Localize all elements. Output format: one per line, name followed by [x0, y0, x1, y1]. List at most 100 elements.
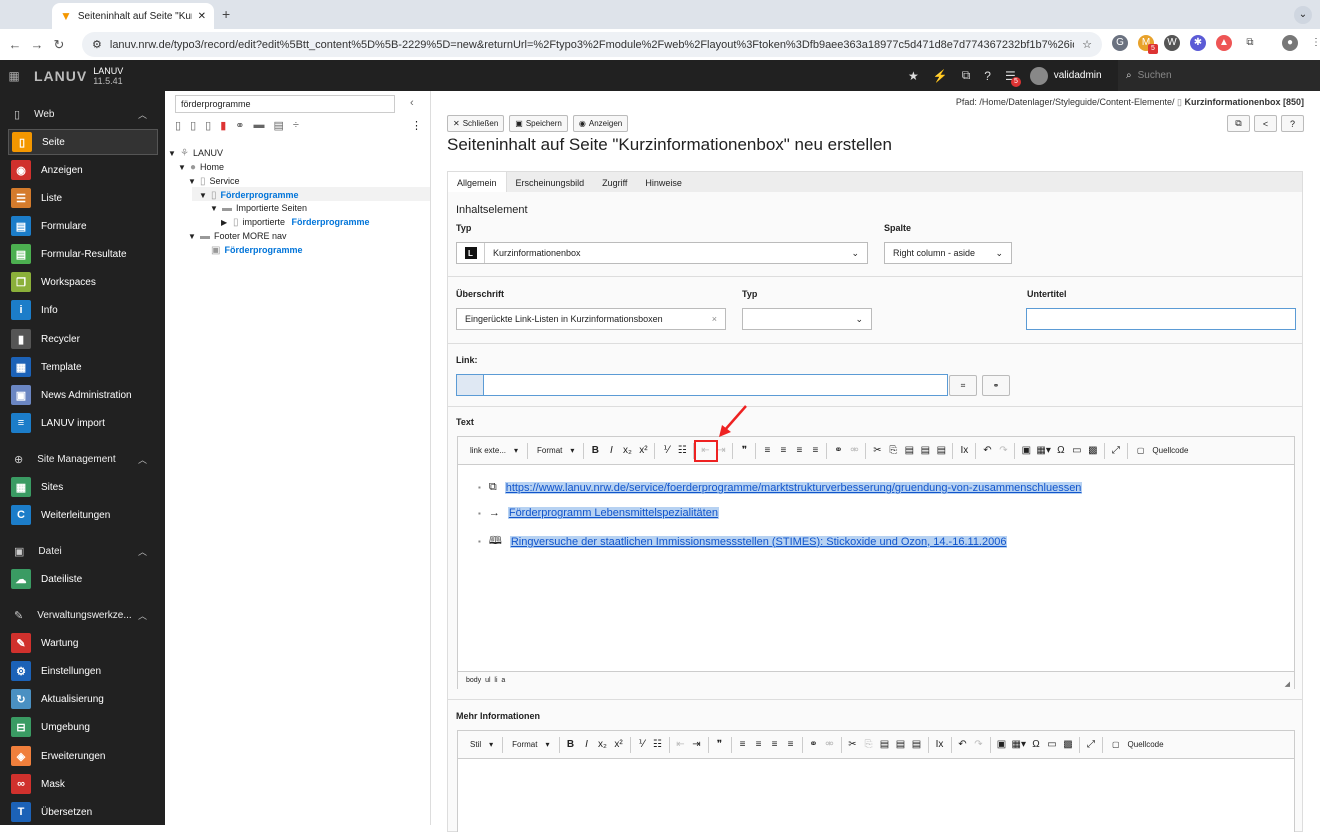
- undo-icon[interactable]: ↶: [979, 442, 995, 460]
- align-left-icon[interactable]: ≡: [759, 442, 775, 460]
- link-browser-button[interactable]: ⌗: [949, 375, 977, 396]
- collapse-tree-icon[interactable]: ‹: [410, 97, 414, 109]
- align-right-icon[interactable]: ≡: [791, 442, 807, 460]
- blockquote-icon[interactable]: ❞: [736, 442, 752, 460]
- source-button[interactable]: ▢ Quellcode: [1106, 740, 1170, 749]
- media-icon[interactable]: ▩: [1085, 442, 1101, 460]
- bold-icon[interactable]: B: [587, 442, 603, 460]
- tab-erscheinungsbild[interactable]: Erscheinungsbild: [507, 172, 594, 193]
- paste-icon[interactable]: ▤: [877, 736, 893, 754]
- open-docs-icon[interactable]: ⧉: [962, 68, 971, 83]
- module-template[interactable]: ▦ Template: [8, 354, 158, 380]
- expand-toggle-icon[interactable]: ▼: [188, 232, 196, 241]
- module-formulare[interactable]: ▤ Formulare: [8, 213, 158, 239]
- undo-icon[interactable]: ↶: [955, 736, 971, 754]
- paste-text-icon[interactable]: ▤: [893, 736, 909, 754]
- rte-more-info-editor[interactable]: Stil ▾ Format ▾ B Ix₂ x² ⅟ ☷ ⇤ ⇥ ❞ ≡ ≡ ≡ ≡ ⚭ ⚮ ✂ ⎘ ▤ ▤ ▤ Ix ↶ ↷ ▣ ▦…: [457, 730, 1295, 832]
- cut-icon[interactable]: ✂: [869, 442, 885, 460]
- source-button[interactable]: ▢ Quellcode: [1131, 446, 1195, 455]
- maximize-icon[interactable]: ⤢: [1083, 736, 1099, 754]
- module-seite[interactable]: ▯ Seite: [8, 129, 158, 155]
- image-icon[interactable]: ▣: [994, 736, 1010, 754]
- rte-link[interactable]: Förderprogramm Lebensmittelspezialitäten: [507, 507, 719, 519]
- superscript-icon[interactable]: x²: [635, 442, 651, 460]
- user-menu[interactable]: validadmin: [1029, 66, 1102, 85]
- module-formular-resultate[interactable]: ▤ Formular-Resultate: [8, 241, 158, 267]
- spalte-select[interactable]: Right column - aside ⌄: [884, 242, 1012, 264]
- paste-icon[interactable]: ▤: [901, 442, 917, 460]
- numbered-list-icon[interactable]: ⅟: [658, 442, 674, 460]
- folder-icon[interactable]: ▬: [253, 119, 264, 132]
- module-group-3[interactable]: ✎ Verwaltungswerkze... ︿: [0, 602, 165, 628]
- module-lanuv-import[interactable]: ≡ LANUV import: [8, 410, 158, 436]
- tree-node[interactable]: ▶ ▯ importierte Förderprogramme: [221, 215, 370, 229]
- module-news-administration[interactable]: ▣ News Administration: [8, 382, 158, 408]
- link-page-icon[interactable]: ⚭: [235, 119, 244, 132]
- unlink-icon[interactable]: ⚮: [846, 442, 862, 460]
- recycler-icon[interactable]: ▤: [273, 119, 283, 132]
- link-input[interactable]: [456, 374, 948, 396]
- image-icon[interactable]: ▣: [1018, 442, 1034, 460]
- copy-icon[interactable]: ⎘: [861, 736, 877, 754]
- clear-cache-flash-icon[interactable]: ⚡: [933, 69, 948, 83]
- justify-icon[interactable]: ≡: [807, 442, 823, 460]
- link-remove-button[interactable]: ⚭: [982, 375, 1010, 396]
- reload-icon[interactable]: ↻: [48, 37, 70, 53]
- browser-menu-icon[interactable]: ⋮: [1308, 35, 1320, 51]
- help-button[interactable]: ?: [1281, 115, 1304, 132]
- module-umgebung[interactable]: ⊟ Umgebung: [8, 714, 158, 740]
- extension-2-icon[interactable]: M5: [1138, 35, 1158, 54]
- rte-link[interactable]: Ringversuche der staatlichen Immissionsm…: [509, 535, 1008, 548]
- new-page-before-icon[interactable]: ▯: [190, 119, 196, 132]
- module-aktualisierung[interactable]: ↻ Aktualisierung: [8, 686, 158, 712]
- expand-toggle-icon[interactable]: ▼: [199, 191, 207, 200]
- extension-4-icon[interactable]: ▲: [1216, 35, 1232, 51]
- new-tab-button[interactable]: +: [222, 6, 230, 22]
- help-icon[interactable]: ?: [984, 69, 991, 83]
- align-right-icon[interactable]: ≡: [767, 736, 783, 754]
- typ-select[interactable]: L Kurzinformationenbox ⌄: [456, 242, 868, 264]
- remove-format-icon[interactable]: Ix: [932, 736, 948, 754]
- tree-node[interactable]: ▼ ▯ Förderprogramme: [199, 188, 299, 202]
- align-center-icon[interactable]: ≡: [775, 442, 791, 460]
- site-logo[interactable]: LANUV LANUV 11.5.41: [28, 66, 123, 86]
- resize-handle-icon[interactable]: ◢: [1285, 680, 1290, 688]
- tree-node[interactable]: ▣ Förderprogramme: [199, 243, 302, 257]
- topbar-search[interactable]: ⌕ Suchen: [1118, 60, 1320, 91]
- module-recycler[interactable]: ▮ Recycler: [8, 326, 158, 352]
- module-sites[interactable]: ▦ Sites: [8, 474, 158, 500]
- view-button[interactable]: ◉ Anzeigen: [572, 115, 629, 132]
- redo-icon[interactable]: ↷: [971, 736, 987, 754]
- open-new-window-icon[interactable]: ⧉: [1227, 115, 1250, 132]
- tree-node[interactable]: ▼ ▬ Importierte Seiten: [210, 201, 307, 215]
- site-settings-icon[interactable]: ⚙: [92, 38, 102, 51]
- module-menu-toggle-icon[interactable]: ▦: [0, 69, 28, 83]
- paste-word-icon[interactable]: ▤: [933, 442, 949, 460]
- numbered-list-icon[interactable]: ⅟: [634, 736, 650, 754]
- special-char-icon[interactable]: Ω: [1053, 442, 1069, 460]
- tree-filter-input[interactable]: förderprogramme: [175, 95, 395, 113]
- special-char-icon[interactable]: Ω: [1028, 736, 1044, 754]
- unlink-icon[interactable]: ⚮: [822, 736, 838, 754]
- expand-toggle-icon[interactable]: ▼: [188, 177, 196, 186]
- justify-icon[interactable]: ≡: [783, 736, 799, 754]
- bullet-list-icon[interactable]: ☷: [674, 442, 690, 460]
- redo-icon[interactable]: ↷: [995, 442, 1011, 460]
- bookmark-star-icon[interactable]: ☆: [1082, 38, 1092, 51]
- tree-node[interactable]: ▼ ● Home: [178, 160, 224, 174]
- module-group-0[interactable]: ▯ Web ︿: [0, 101, 165, 127]
- forward-icon[interactable]: →: [26, 37, 48, 52]
- tree-more-icon[interactable]: ⋮: [411, 119, 422, 132]
- delete-page-icon[interactable]: ▮: [220, 119, 226, 132]
- superscript-icon[interactable]: x²: [611, 736, 627, 754]
- tab-zugriff[interactable]: Zugriff: [593, 172, 636, 193]
- address-bar[interactable]: ⚙ lanuv.nrw.de/typo3/record/edit?edit%5B…: [82, 32, 1102, 57]
- module-einstellungen[interactable]: ⚙ Einstellungen: [8, 658, 158, 684]
- tree-node[interactable]: ▼ ▯ Service: [188, 174, 240, 188]
- subscript-icon[interactable]: x₂: [619, 442, 635, 460]
- tree-node[interactable]: ▼ ⚘ LANUV: [168, 146, 223, 160]
- tab-hinweise[interactable]: Hinweise: [636, 172, 691, 193]
- module-wartung[interactable]: ✎ Wartung: [8, 630, 158, 656]
- paste-text-icon[interactable]: ▤: [917, 442, 933, 460]
- clear-input-icon[interactable]: ×: [712, 314, 717, 324]
